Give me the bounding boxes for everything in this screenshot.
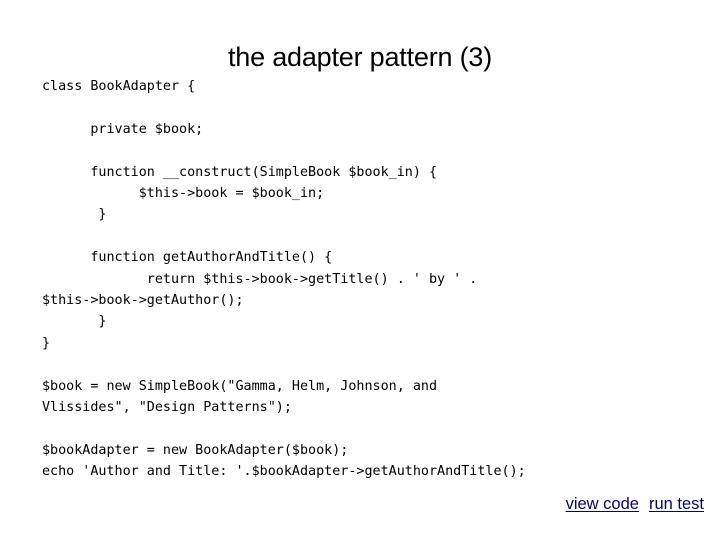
code-line: } xyxy=(42,314,107,330)
code-line: function getAuthorAndTitle() { xyxy=(42,250,333,266)
run-test-link[interactable]: run test xyxy=(649,495,704,513)
code-line: return $this->book->getTitle() . ' by ' … xyxy=(42,271,478,287)
code-line: } xyxy=(42,335,51,351)
slide: the adapter pattern (3) class BookAdapte… xyxy=(0,0,720,540)
page-title: the adapter pattern (3) xyxy=(227,42,493,73)
code-line: function __construct(SimpleBook $book_in… xyxy=(42,164,438,180)
link-row: view code run test xyxy=(0,494,720,514)
code-line: } xyxy=(42,207,107,223)
code-block: class BookAdapter { private $book; funct… xyxy=(42,76,714,483)
code-line: private $book; xyxy=(42,121,204,137)
code-line: $this->book->getAuthor(); xyxy=(42,293,244,309)
code-line: $bookAdapter = new BookAdapter($book); xyxy=(42,442,349,458)
view-code-link[interactable]: view code xyxy=(566,495,639,513)
code-line: echo 'Author and Title: '.$bookAdapter->… xyxy=(42,464,526,480)
code-line: $this->book = $book_in; xyxy=(42,186,325,201)
code-line: Vlissides", "Design Patterns"); xyxy=(42,400,292,416)
code-line: class BookAdapter { xyxy=(42,79,196,94)
code-line: $book = new SimpleBook("Gamma, Helm, Joh… xyxy=(42,378,438,394)
